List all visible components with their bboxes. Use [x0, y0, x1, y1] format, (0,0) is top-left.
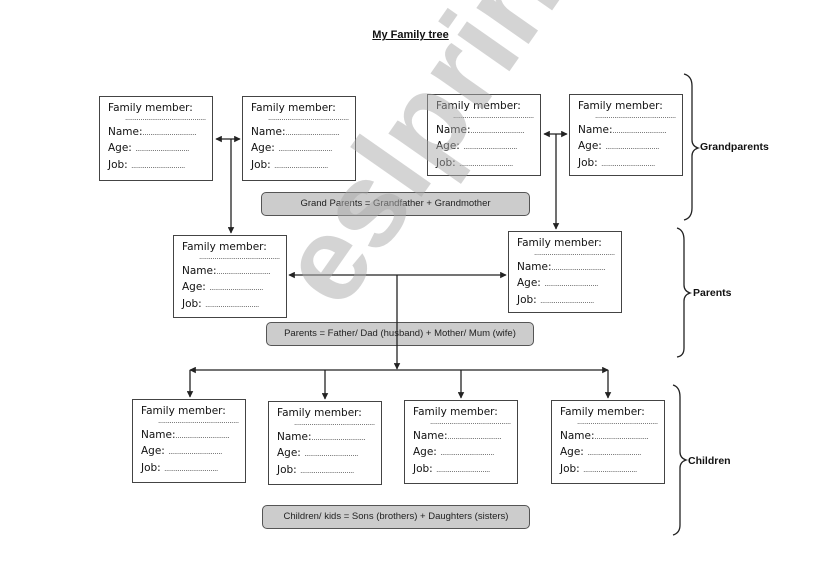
job-blank[interactable]: ............................ [459, 160, 513, 168]
age-blank[interactable]: ............................ [463, 143, 517, 151]
age-label: Age: [413, 446, 437, 459]
name-label: Name: [277, 431, 312, 444]
job-label: Job: [578, 156, 598, 169]
parent-card-2: Family member: .........................… [508, 231, 622, 313]
grandparent-card-2: Family member: .........................… [242, 96, 356, 181]
job-blank[interactable]: ............................ [164, 465, 218, 473]
name-label: Name: [436, 124, 471, 137]
name-label: Name: [578, 124, 613, 137]
age-blank[interactable]: ............................ [605, 143, 659, 151]
name-label: Name: [141, 429, 176, 442]
page-title: My Family tree [372, 29, 449, 41]
children-label: Children [688, 455, 731, 467]
name-blank[interactable]: ............................ [143, 129, 197, 137]
age-label: Age: [436, 140, 460, 153]
age-label: Age: [517, 277, 541, 290]
parent-card-1: Family member: .........................… [173, 235, 287, 318]
job-blank[interactable]: ............................ [205, 301, 259, 309]
children-definition: Children/ kids = Sons (brothers) + Daugh… [262, 505, 530, 529]
name-blank[interactable]: ............................ [217, 268, 271, 276]
grandparents-definition: Grand Parents = Grandfather + Grandmothe… [261, 192, 530, 216]
job-label: Job: [182, 297, 202, 310]
grandparent-card-1: Family member: .........................… [99, 96, 213, 181]
child-card-3: Family member: .........................… [404, 400, 518, 484]
job-label: Job: [277, 463, 297, 476]
age-label: Age: [182, 281, 206, 294]
name-blank[interactable]: ............................ [448, 433, 502, 441]
child-card-2: Family member: .........................… [268, 401, 382, 485]
grandparents-brace [683, 73, 701, 221]
name-label: Name: [413, 430, 448, 443]
name-blank[interactable]: ............................ [595, 433, 649, 441]
job-blank[interactable]: ............................ [300, 467, 354, 475]
job-label: Job: [560, 462, 580, 475]
age-label: Age: [578, 140, 602, 153]
name-blank[interactable]: ............................ [552, 264, 606, 272]
age-label: Age: [141, 445, 165, 458]
parents-brace [676, 227, 693, 358]
age-label: Age: [277, 447, 301, 460]
child-card-4: Family member: .........................… [551, 400, 665, 484]
age-blank[interactable]: ............................ [278, 145, 332, 153]
name-label: Name: [560, 430, 595, 443]
job-blank[interactable]: ............................ [601, 160, 655, 168]
job-blank[interactable]: ............................ [540, 297, 594, 305]
age-blank[interactable]: ............................ [135, 145, 189, 153]
age-blank[interactable]: ............................ [304, 450, 358, 458]
child-card-1: Family member: .........................… [132, 399, 246, 483]
job-label: Job: [141, 461, 161, 474]
job-label: Job: [108, 158, 128, 171]
age-blank[interactable]: ............................ [440, 449, 494, 457]
name-blank[interactable]: ............................ [176, 432, 230, 440]
job-label: Job: [517, 293, 537, 306]
grandparents-label: Grandparents [700, 141, 769, 153]
parents-definition: Parents = Father/ Dad (husband) + Mother… [266, 322, 534, 346]
age-blank[interactable]: ............................ [544, 280, 598, 288]
parents-label: Parents [693, 287, 732, 299]
name-label: Name: [517, 261, 552, 274]
name-label: Name: [182, 265, 217, 278]
job-blank[interactable]: ............................ [274, 162, 328, 170]
name-blank[interactable]: ............................ [312, 434, 366, 442]
job-label: Job: [413, 462, 433, 475]
age-label: Age: [108, 142, 132, 155]
job-label: Job: [251, 158, 271, 171]
age-blank[interactable]: ............................ [168, 448, 222, 456]
job-label: Job: [436, 156, 456, 169]
children-brace [672, 384, 689, 536]
name-blank[interactable]: ............................ [471, 127, 525, 135]
age-label: Age: [251, 142, 275, 155]
job-blank[interactable]: ............................ [583, 466, 637, 474]
name-blank[interactable]: ............................ [286, 129, 340, 137]
job-blank[interactable]: ............................ [131, 162, 185, 170]
name-label: Name: [108, 126, 143, 139]
age-label: Age: [560, 446, 584, 459]
job-blank[interactable]: ............................ [436, 466, 490, 474]
name-blank[interactable]: ............................ [613, 127, 667, 135]
age-blank[interactable]: ............................ [587, 449, 641, 457]
grandparent-card-4: Family member: .........................… [569, 94, 683, 176]
name-label: Name: [251, 126, 286, 139]
age-blank[interactable]: ............................ [209, 284, 263, 292]
grandparent-card-3: Family member: .........................… [427, 94, 541, 176]
